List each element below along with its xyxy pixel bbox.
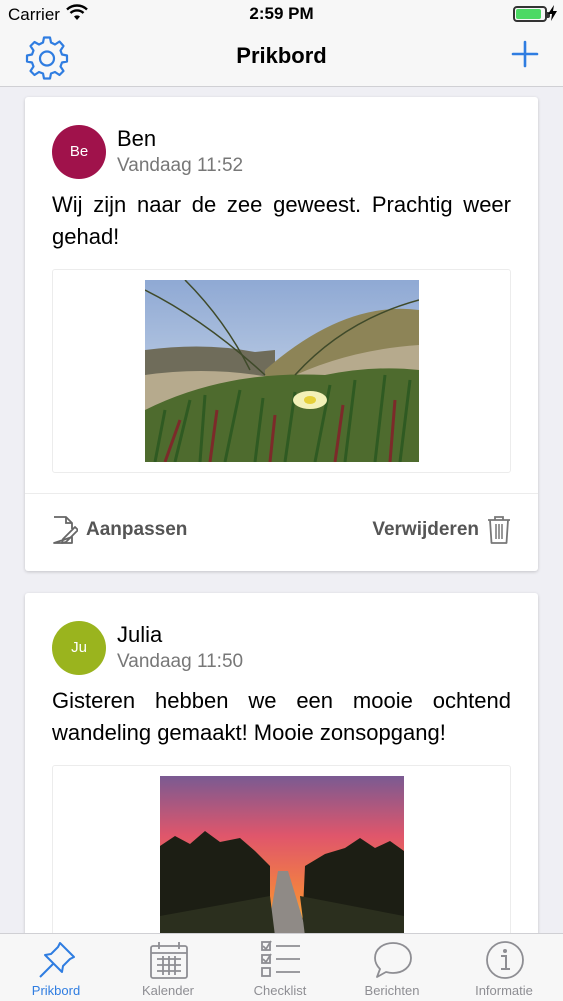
tab-label: Berichten bbox=[364, 983, 420, 998]
tab-kalender[interactable]: Kalender bbox=[112, 934, 224, 1001]
battery-level bbox=[516, 9, 541, 19]
edit-label: Aanpassen bbox=[86, 519, 188, 540]
battery-icon bbox=[513, 6, 550, 22]
sunrise-path-photo[interactable] bbox=[160, 776, 404, 933]
status-bar: Carrier 2:59 PM bbox=[0, 0, 563, 30]
status-time: 2:59 PM bbox=[249, 4, 314, 23]
dune-flower-photo[interactable] bbox=[145, 280, 419, 462]
tab-label: Informatie bbox=[475, 983, 533, 998]
nav-bar: Prikbord bbox=[0, 30, 563, 87]
post-actions: Aanpassen Verwijderen bbox=[25, 493, 538, 572]
charging-bolt-icon bbox=[548, 5, 557, 21]
avatar: Be bbox=[52, 125, 106, 179]
post-text: Gisteren hebben we een mooie ochtend wan… bbox=[52, 688, 511, 745]
photo-frame bbox=[52, 765, 511, 933]
pin-icon bbox=[39, 942, 75, 978]
post-card: Be Ben Vandaag 11:52 Wij zijn naar de ze… bbox=[25, 97, 538, 571]
tab-checklist[interactable]: Checklist bbox=[224, 934, 336, 1001]
post-card: Ju Julia Vandaag 11:50 Gisteren hebben w… bbox=[25, 593, 538, 933]
tab-informatie[interactable]: Informatie bbox=[448, 934, 560, 1001]
tab-bar: Prikbord Kalender Checklist Berichten In… bbox=[0, 933, 563, 1001]
avatar: Ju bbox=[52, 621, 106, 675]
delete-button[interactable]: Verwijderen bbox=[372, 514, 511, 546]
page-title: Prikbord bbox=[236, 43, 327, 68]
tab-label: Checklist bbox=[253, 983, 307, 998]
trash-icon bbox=[488, 516, 510, 544]
tab-label: Prikbord bbox=[31, 983, 81, 998]
post-text: Wij zijn naar de zee geweest. Prachtig w… bbox=[52, 192, 511, 249]
post-time: Vandaag 11:52 bbox=[117, 155, 244, 176]
post-author: Ben bbox=[117, 126, 157, 151]
tab-berichten[interactable]: Berichten bbox=[336, 934, 448, 1001]
feed[interactable]: Be Ben Vandaag 11:52 Wij zijn naar de ze… bbox=[0, 87, 563, 933]
calendar-icon bbox=[150, 942, 188, 979]
checklist-icon bbox=[261, 940, 300, 977]
speech-bubble-icon bbox=[374, 942, 412, 978]
edit-icon bbox=[53, 516, 78, 544]
tab-prikbord[interactable]: Prikbord bbox=[0, 934, 112, 1001]
photo-frame bbox=[52, 269, 511, 473]
plus-icon[interactable] bbox=[511, 40, 539, 68]
edit-button[interactable]: Aanpassen bbox=[52, 514, 187, 546]
post-time: Vandaag 11:50 bbox=[117, 651, 244, 672]
tab-label: Kalender bbox=[141, 983, 195, 998]
info-icon bbox=[486, 941, 524, 979]
post-author: Julia bbox=[117, 622, 163, 647]
delete-label: Verwijderen bbox=[372, 519, 479, 540]
